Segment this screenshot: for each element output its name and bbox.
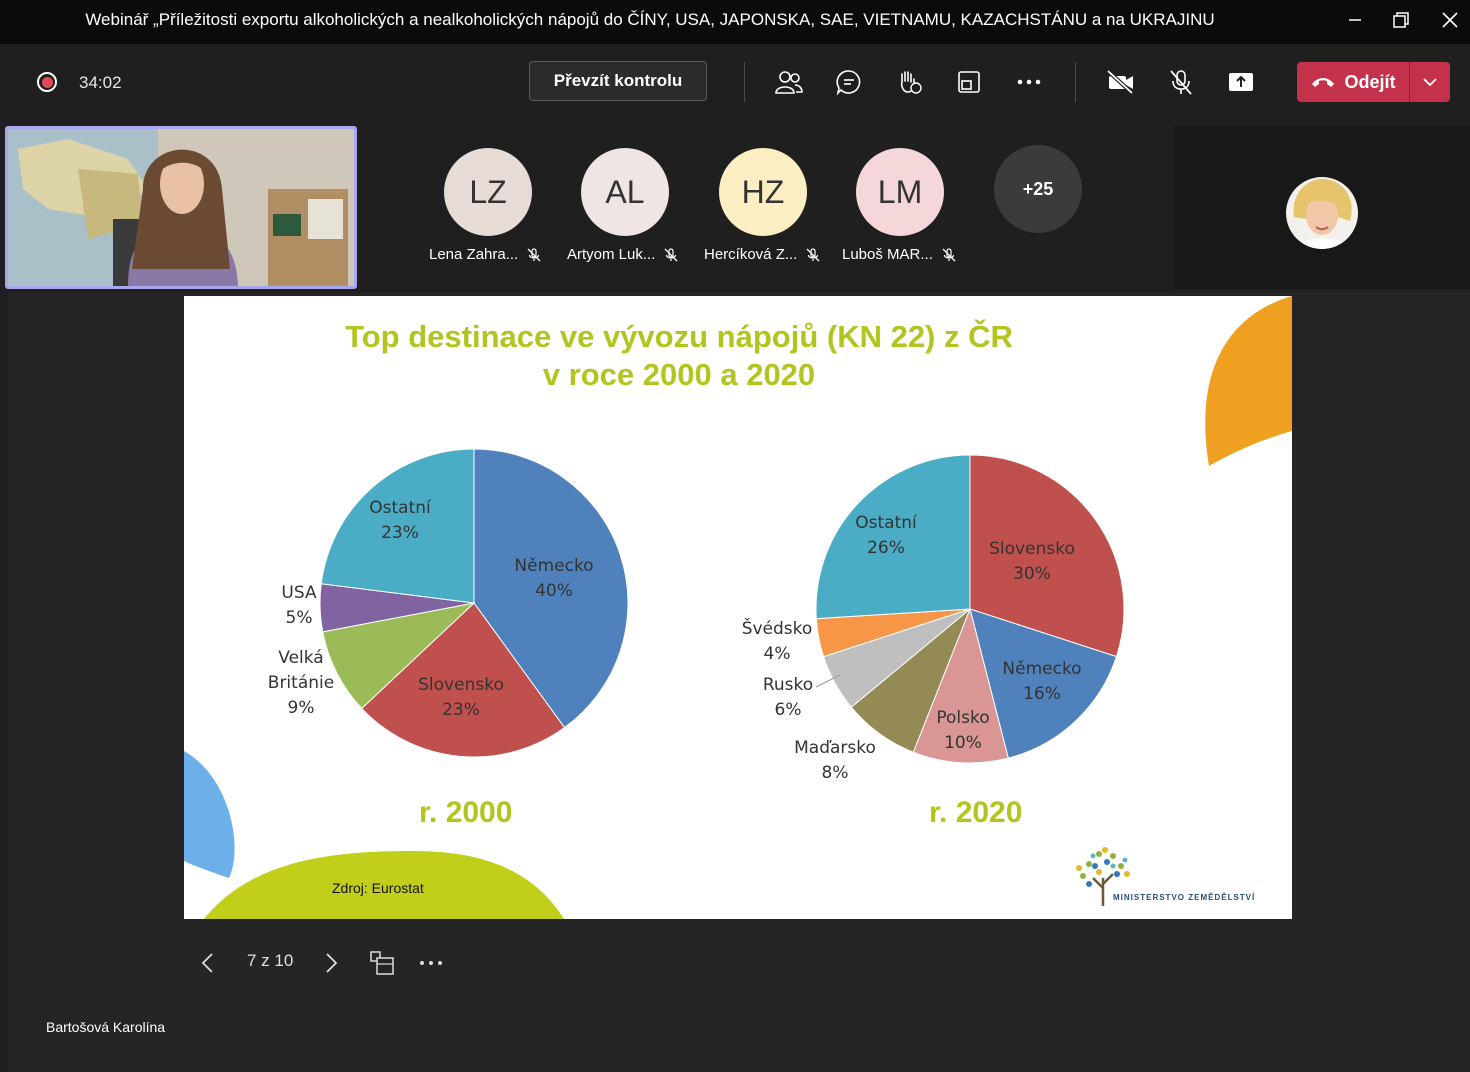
minimize-icon [1349,19,1361,21]
more-icon [420,961,442,965]
close-button[interactable] [1432,6,1468,34]
chevron-right-icon [326,953,338,973]
ministry-logo-text: MINISTERSTVO ZEMĚDĚLSTVÍ [1113,893,1256,902]
take-control-button[interactable]: Převzít kontrolu [529,61,707,101]
mic-off-icon [664,247,678,261]
pie-label-usa-2000: USA 5% [281,583,317,628]
restore-button[interactable] [1383,6,1419,34]
mic-off-icon [806,247,820,261]
people-icon [775,71,803,94]
share-icon [1229,73,1253,91]
participants-strip: LZ AL HZ LM +25 Lena Zahra... Artyom Luk… [0,120,1470,292]
camera-off-icon [1106,69,1134,95]
pie-label-slovensko-2000: Slovensko 23% [418,675,504,720]
participant-avatar[interactable]: LM [856,148,944,236]
title-bar: Webinář „Příležitosti exportu alkoholick… [0,0,1470,44]
pie-label-slovensko-2020: Slovensko 30% [989,539,1075,584]
prev-slide-button[interactable] [198,948,218,978]
pie-label-nemecko-2020: Německo 16% [1002,659,1082,704]
presenter-tile[interactable] [1175,126,1470,289]
camera-toggle-button[interactable] [1105,66,1137,98]
chart-title-2000: r. 2000 [419,796,513,829]
participant-name: Artyom Luk... [567,246,702,263]
slide-grid-button[interactable] [369,948,395,978]
chevron-left-icon [201,953,213,973]
slide-page-indicator: 7 z 10 [247,951,294,970]
more-options-button[interactable] [1013,66,1045,98]
raise-hand-icon [900,71,922,94]
participant-video-feed [8,129,354,286]
shared-slide: Top destinace ve vývozu nápojů (KN 22) z… [184,296,1292,919]
minimize-button[interactable] [1337,6,1373,34]
presenter-name: Bartošová Karolína [46,1019,166,1035]
video-tile-self[interactable] [5,126,357,289]
view-button[interactable] [953,66,985,98]
slide-source: Zdroj: Eurostat [332,880,424,896]
participant-avatar[interactable]: AL [581,148,669,236]
recording-icon [37,72,57,92]
more-icon [1017,79,1041,85]
leader-line-rusko [815,674,841,688]
mic-toggle-button[interactable] [1165,66,1197,98]
pie-label-madarsko-2020: Maďarsko 8% [794,738,876,783]
pie-label-velka-britanie-2000: Velká Británie 9% [267,648,335,718]
chart-title-2020: r. 2020 [929,796,1023,829]
participant-avatar[interactable]: HZ [719,148,807,236]
view-icon [958,71,980,93]
toolbar-divider [744,62,745,102]
window-title: Webinář „Příležitosti exportu alkoholick… [85,10,1215,29]
share-screen-button[interactable] [1225,66,1257,98]
toolbar-divider [1075,62,1076,102]
pie-label-svedsko-2020: Švédsko 4% [741,619,813,664]
mic-off-icon [527,247,541,261]
participant-avatar[interactable]: LZ [444,148,532,236]
chat-icon [836,70,861,96]
slides-grid-icon [370,951,394,975]
leave-label: Odejít [1344,71,1396,92]
leave-button[interactable]: Odejít [1297,62,1409,102]
phone-hangup-icon [1312,78,1335,87]
more-participants-button[interactable]: +25 [994,145,1082,233]
close-icon [1442,12,1458,28]
participant-name: Lena Zahra... [429,246,564,263]
leave-button-group: Odejít [1297,62,1450,102]
meeting-toolbar: 34:02 Převzít kontrolu Odejít [0,44,1470,120]
next-slide-button[interactable] [321,948,341,978]
chevron-down-icon [1423,78,1437,87]
slide-title: Top destinace ve vývozu nápojů (KN 22) z… [345,319,1013,392]
presenter-avatar [1286,177,1358,249]
pie-label-polsko-2020: Polsko 10% [936,708,990,753]
slide-more-button[interactable] [418,948,444,978]
pie-label-nemecko-2000: Německo 40% [514,556,594,601]
participant-name: Luboš MAR... [842,246,977,263]
restore-icon [1393,12,1409,28]
meeting-timer: 34:02 [79,73,122,92]
pie-label-ostatni-2000: Ostatní 23% [369,498,431,543]
pie-label-ostatni-2020: Ostatní 26% [855,513,917,558]
people-button[interactable] [773,66,805,98]
chat-button[interactable] [833,66,865,98]
leave-options-button[interactable] [1410,62,1450,102]
participant-name: Hercíková Z... [704,246,839,263]
raise-hand-button[interactable] [893,66,925,98]
mic-off-icon [1170,70,1192,95]
mic-off-icon [942,247,956,261]
